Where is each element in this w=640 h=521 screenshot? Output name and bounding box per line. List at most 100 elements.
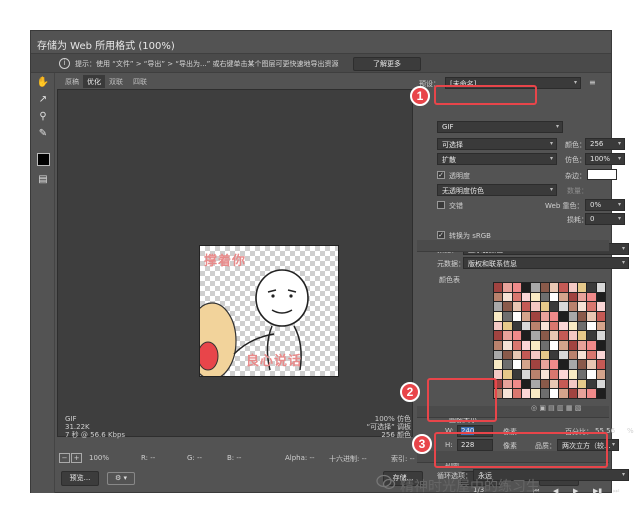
color-swatch[interactable] (577, 292, 587, 302)
color-swatch[interactable] (503, 292, 512, 302)
color-swatch[interactable] (512, 389, 521, 398)
metadata-select[interactable]: 版权和联系信息 ▾ (463, 257, 629, 269)
color-swatch[interactable] (531, 292, 540, 302)
color-swatch[interactable] (587, 389, 596, 398)
color-swatch[interactable] (512, 321, 521, 331)
color-swatch[interactable] (494, 331, 503, 340)
color-swatch[interactable] (503, 350, 512, 360)
color-swatch[interactable] (540, 283, 549, 292)
color-swatch[interactable] (549, 340, 559, 350)
color-swatch[interactable] (568, 389, 577, 398)
transparency-checkbox[interactable]: ✓ (437, 171, 445, 179)
color-swatch[interactable] (587, 360, 596, 369)
color-swatch[interactable] (596, 331, 605, 340)
color-swatch[interactable] (587, 340, 596, 350)
color-swatch[interactable] (531, 311, 540, 321)
color-swatch[interactable] (512, 379, 521, 389)
color-swatch[interactable] (521, 389, 531, 398)
color-swatch[interactable] (494, 350, 503, 360)
color-swatch[interactable] (540, 350, 549, 360)
color-swatch[interactable] (503, 340, 512, 350)
color-swatch[interactable] (577, 389, 587, 398)
color-swatch[interactable] (512, 292, 521, 302)
color-swatch[interactable] (577, 321, 587, 331)
color-swatch[interactable] (587, 311, 596, 321)
color-swatch[interactable] (494, 283, 503, 292)
color-swatch[interactable] (521, 369, 531, 379)
color-swatch[interactable] (577, 360, 587, 369)
palette-select[interactable]: 可选择 ▾ (437, 138, 557, 150)
color-swatch[interactable] (568, 369, 577, 379)
matte-color-swatch[interactable] (587, 169, 617, 180)
color-swatch[interactable] (559, 340, 568, 350)
color-swatch[interactable] (549, 360, 559, 369)
color-swatch[interactable] (503, 369, 512, 379)
color-swatch[interactable] (596, 350, 605, 360)
color-swatch[interactable] (531, 369, 540, 379)
color-swatch[interactable] (559, 350, 568, 360)
color-swatch[interactable] (549, 292, 559, 302)
color-swatch[interactable] (549, 321, 559, 331)
color-swatch[interactable] (549, 331, 559, 340)
color-swatch[interactable] (521, 292, 531, 302)
color-swatch[interactable] (549, 389, 559, 398)
color-swatch[interactable] (512, 360, 521, 369)
color-swatch[interactable] (559, 302, 568, 311)
color-swatch[interactable] (494, 321, 503, 331)
color-swatch[interactable] (587, 379, 596, 389)
color-swatch[interactable] (531, 340, 540, 350)
color-swatch[interactable] (549, 283, 559, 292)
color-swatch[interactable] (559, 321, 568, 331)
color-swatch[interactable] (568, 379, 577, 389)
color-table-tools-icon[interactable]: ◎ ▣ ▤ ▥ ▦ ▧ (531, 404, 581, 412)
color-swatch[interactable] (512, 369, 521, 379)
color-swatch[interactable] (540, 321, 549, 331)
color-table-grid[interactable] (493, 282, 606, 399)
color-swatch[interactable] (531, 350, 540, 360)
prev-frame-icon[interactable]: ◀ (553, 487, 558, 495)
color-swatch[interactable] (587, 321, 596, 331)
color-swatch[interactable] (521, 302, 531, 311)
color-swatch[interactable] (587, 283, 596, 292)
play-icon[interactable]: ▶ (573, 487, 578, 495)
web-snap-input[interactable]: 0% ▾ (585, 199, 625, 211)
eyedropper-color-swatch[interactable] (37, 153, 50, 166)
color-swatch[interactable] (568, 350, 577, 360)
color-swatch[interactable] (596, 283, 605, 292)
tab-2-up[interactable]: 双联 (105, 75, 127, 88)
hand-tool-icon[interactable]: ✋ (36, 76, 50, 90)
color-swatch[interactable] (503, 379, 512, 389)
device-preview-icon[interactable]: ⚙ ▾ (107, 472, 135, 485)
zoom-level[interactable]: 100% (89, 454, 109, 462)
color-swatch[interactable] (596, 360, 605, 369)
color-swatch[interactable] (503, 360, 512, 369)
last-frame-icon[interactable]: ⏭ (613, 487, 619, 496)
color-swatch[interactable] (559, 292, 568, 302)
color-swatch[interactable] (559, 360, 568, 369)
color-swatch[interactable] (568, 302, 577, 311)
convert-srgb-checkbox[interactable]: ✓ (437, 231, 445, 239)
color-swatch[interactable] (568, 292, 577, 302)
color-swatch[interactable] (559, 369, 568, 379)
color-swatch[interactable] (596, 389, 605, 398)
color-swatch[interactable] (494, 311, 503, 321)
next-frame-icon[interactable]: ▶▮ (593, 487, 602, 495)
zoom-in-icon[interactable]: + (71, 453, 82, 463)
color-swatch[interactable] (577, 331, 587, 340)
learn-more-button[interactable]: 了解更多 (353, 57, 421, 71)
color-swatch[interactable] (577, 369, 587, 379)
color-swatch[interactable] (494, 292, 503, 302)
color-swatch[interactable] (540, 311, 549, 321)
color-swatch[interactable] (512, 283, 521, 292)
colors-input[interactable]: 256 ▾ (585, 138, 625, 150)
color-swatch[interactable] (596, 379, 605, 389)
eyedropper-tool-icon[interactable]: ✎ (36, 127, 50, 141)
color-swatch[interactable] (521, 350, 531, 360)
color-swatch[interactable] (587, 369, 596, 379)
color-swatch[interactable] (568, 283, 577, 292)
color-swatch[interactable] (503, 389, 512, 398)
color-swatch[interactable] (531, 302, 540, 311)
color-swatch[interactable] (568, 321, 577, 331)
color-swatch[interactable] (596, 340, 605, 350)
color-swatch[interactable] (577, 350, 587, 360)
